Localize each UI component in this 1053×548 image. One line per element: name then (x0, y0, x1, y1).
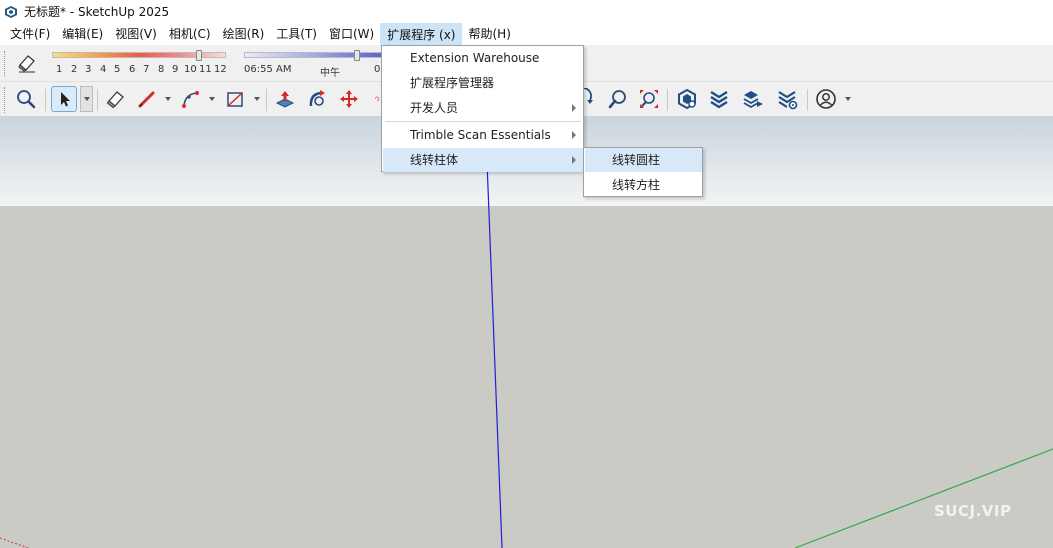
shadow-date-thumb[interactable] (196, 50, 202, 61)
menu-item-line-to-column[interactable]: 线转柱体 (383, 148, 583, 172)
shadow-time-thumb[interactable] (354, 50, 360, 61)
shadow-settings-icon[interactable] (16, 53, 38, 73)
pencil-line-icon[interactable] (134, 86, 160, 112)
push-pull-icon[interactable] (272, 86, 298, 112)
chevron-right-icon (572, 131, 576, 139)
menu-file[interactable]: 文件(F) (4, 23, 56, 45)
extension-manager-icon[interactable] (774, 86, 800, 112)
chevron-right-icon (572, 156, 576, 164)
arc-icon[interactable] (178, 86, 204, 112)
toolbar-separator (45, 89, 46, 111)
user-account-icon[interactable] (813, 86, 839, 112)
extension-warehouse-icon[interactable] (706, 86, 732, 112)
shadow-time-slider[interactable] (244, 52, 384, 58)
menu-item-line-to-square-column[interactable]: 线转方柱 (585, 173, 702, 197)
month-label: 6 (129, 64, 136, 75)
menu-bar: 文件(F) 编辑(E) 视图(V) 相机(C) 绘图(R) 工具(T) 窗口(W… (0, 23, 1053, 45)
month-labels: 1 2 3 4 5 6 7 8 9 10 11 12 (52, 64, 232, 76)
month-label: 2 (71, 64, 78, 75)
menu-item-extension-warehouse[interactable]: Extension Warehouse (383, 46, 583, 70)
toolbar-separator (266, 89, 267, 111)
eraser-icon[interactable] (102, 86, 128, 112)
chevron-down-icon[interactable] (164, 95, 172, 103)
time-end-label: 0 (374, 64, 381, 75)
green-axis (794, 448, 1053, 548)
month-label: 1 (56, 64, 63, 75)
month-label: 10 (184, 64, 197, 75)
menu-extensions[interactable]: 扩展程序 (x) (380, 23, 463, 45)
blue-axis (485, 135, 503, 548)
rectangle-icon[interactable] (222, 86, 248, 112)
chevron-down-icon[interactable] (253, 95, 261, 103)
menu-item-developer[interactable]: 开发人员 (383, 96, 583, 120)
month-label: 9 (172, 64, 179, 75)
menu-view[interactable]: 视图(V) (109, 23, 163, 45)
move-icon[interactable] (336, 86, 362, 112)
menu-item-label: 线转柱体 (410, 153, 459, 167)
extensions-dropdown: Extension Warehouse 扩展程序管理器 开发人员 Trimble… (381, 45, 584, 172)
menu-help[interactable]: 帮助(H) (462, 23, 516, 45)
menu-edit[interactable]: 编辑(E) (56, 23, 109, 45)
select-dropdown[interactable] (80, 86, 93, 112)
toolbar-separator (97, 89, 98, 111)
watermark: SUCJ.VIP (934, 502, 1012, 520)
month-label: 5 (114, 64, 121, 75)
line-to-column-submenu: 线转圆柱 线转方柱 (583, 147, 703, 197)
title-bar: 无标题* - SketchUp 2025 (0, 0, 1053, 23)
follow-me-icon[interactable] (304, 86, 330, 112)
toolbar-grip[interactable] (4, 51, 7, 77)
model-axes (0, 135, 1053, 548)
chevron-right-icon (572, 104, 576, 112)
month-label: 12 (214, 64, 227, 75)
toolbar-separator (807, 89, 808, 111)
toolbar-separator (667, 89, 668, 111)
menu-item-trimble-scan[interactable]: Trimble Scan Essentials (383, 123, 583, 147)
menu-item-line-to-cylinder[interactable]: 线转圆柱 (585, 148, 702, 172)
month-label: 11 (199, 64, 212, 75)
search-icon[interactable] (605, 86, 631, 112)
time-noon-label: 中午 (320, 68, 340, 79)
toolbar-grip[interactable] (4, 87, 7, 113)
model-viewport[interactable]: SUCJ.VIP (0, 116, 1053, 548)
menu-draw[interactable]: 绘图(R) (217, 23, 271, 45)
menu-window[interactable]: 窗口(W) (323, 23, 380, 45)
zoom-extents-icon[interactable] (636, 86, 662, 112)
month-label: 4 (100, 64, 107, 75)
month-label: 8 (158, 64, 165, 75)
rotate-icon[interactable] (366, 86, 380, 112)
menu-separator (385, 121, 581, 122)
menu-item-label: Trimble Scan Essentials (410, 128, 551, 142)
window-title: 无标题* - SketchUp 2025 (24, 5, 170, 19)
red-axis (0, 537, 30, 548)
layers-send-icon[interactable] (740, 86, 766, 112)
menu-camera[interactable]: 相机(C) (163, 23, 217, 45)
month-label: 7 (143, 64, 150, 75)
warehouse-icon[interactable] (674, 86, 700, 112)
chevron-down-icon[interactable] (844, 95, 852, 103)
menu-tools[interactable]: 工具(T) (270, 23, 323, 45)
time-start-label: 06:55 AM (244, 64, 292, 75)
month-label: 3 (85, 64, 92, 75)
menu-item-label: 开发人员 (410, 101, 459, 115)
sketchup-logo-icon (5, 5, 17, 18)
select-arrow-icon[interactable] (51, 86, 77, 112)
menu-item-extension-manager[interactable]: 扩展程序管理器 (383, 71, 583, 95)
zoom-icon[interactable] (13, 86, 39, 112)
chevron-down-icon[interactable] (208, 95, 216, 103)
